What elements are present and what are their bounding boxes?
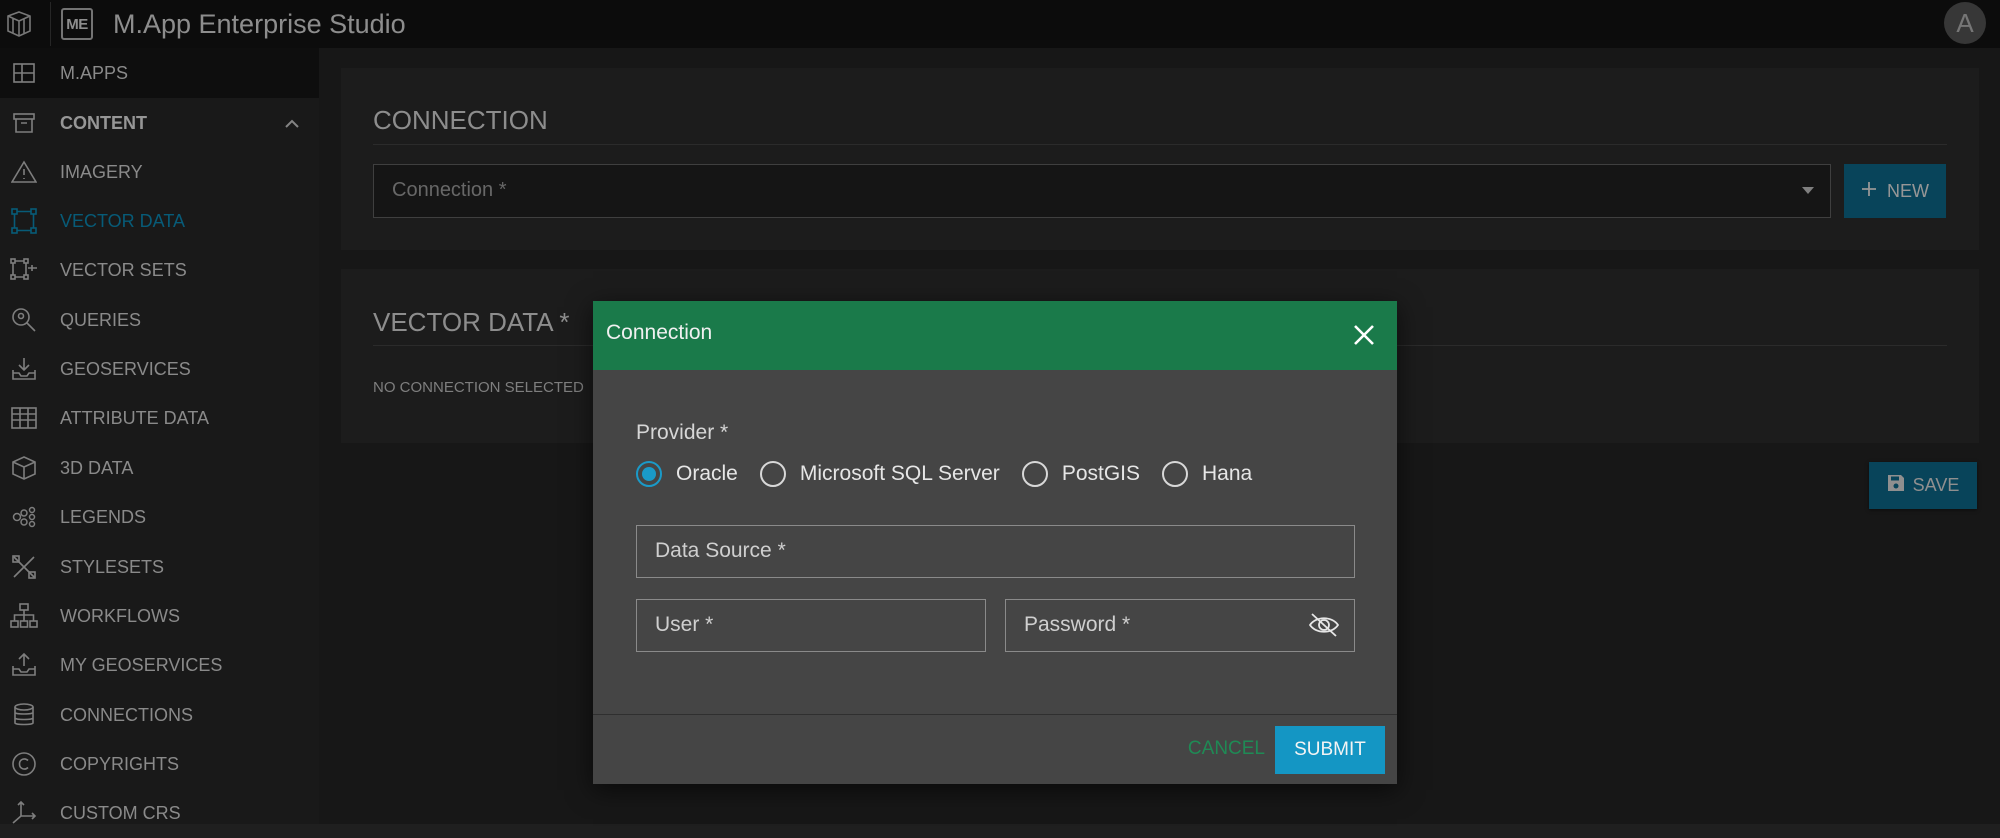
field-placeholder: Data Source *	[655, 539, 786, 562]
connection-dialog: Connection Provider * Oracle Microsoft S…	[593, 301, 1397, 784]
dialog-header: Connection	[593, 301, 1397, 370]
field-placeholder: User *	[655, 613, 714, 636]
dialog-title: Connection	[606, 321, 713, 344]
radio-selected-icon	[636, 461, 662, 487]
radio-label: PostGIS	[1061, 462, 1141, 485]
radio-label: Oracle	[676, 462, 738, 485]
radio-label: Microsoft SQL Server	[799, 462, 1000, 485]
provider-radio-mssql[interactable]: Microsoft SQL Server	[759, 461, 1000, 487]
cancel-button[interactable]: CANCEL	[1188, 738, 1265, 760]
password-field[interactable]: Password *	[1005, 599, 1355, 652]
eye-slash-icon[interactable]	[1308, 611, 1340, 639]
dialog-footer: CANCEL SUBMIT	[593, 714, 1397, 784]
submit-button[interactable]: SUBMIT	[1275, 726, 1385, 774]
provider-radio-postgis[interactable]: PostGIS	[1021, 461, 1141, 487]
provider-radio-hana[interactable]: Hana	[1162, 461, 1252, 487]
provider-radio-group: Oracle Microsoft SQL Server PostGIS Hana	[636, 461, 1274, 487]
user-field[interactable]: User *	[636, 599, 986, 652]
data-source-field[interactable]: Data Source *	[636, 525, 1355, 578]
field-placeholder: Password *	[1024, 613, 1131, 636]
provider-label: Provider *	[636, 421, 729, 444]
provider-radio-oracle[interactable]: Oracle	[636, 461, 738, 487]
radio-unselected-icon	[1021, 461, 1048, 487]
radio-unselected-icon	[759, 461, 786, 487]
radio-unselected-icon	[1162, 461, 1189, 487]
radio-label: Hana	[1202, 462, 1253, 485]
close-icon[interactable]	[1347, 318, 1381, 352]
